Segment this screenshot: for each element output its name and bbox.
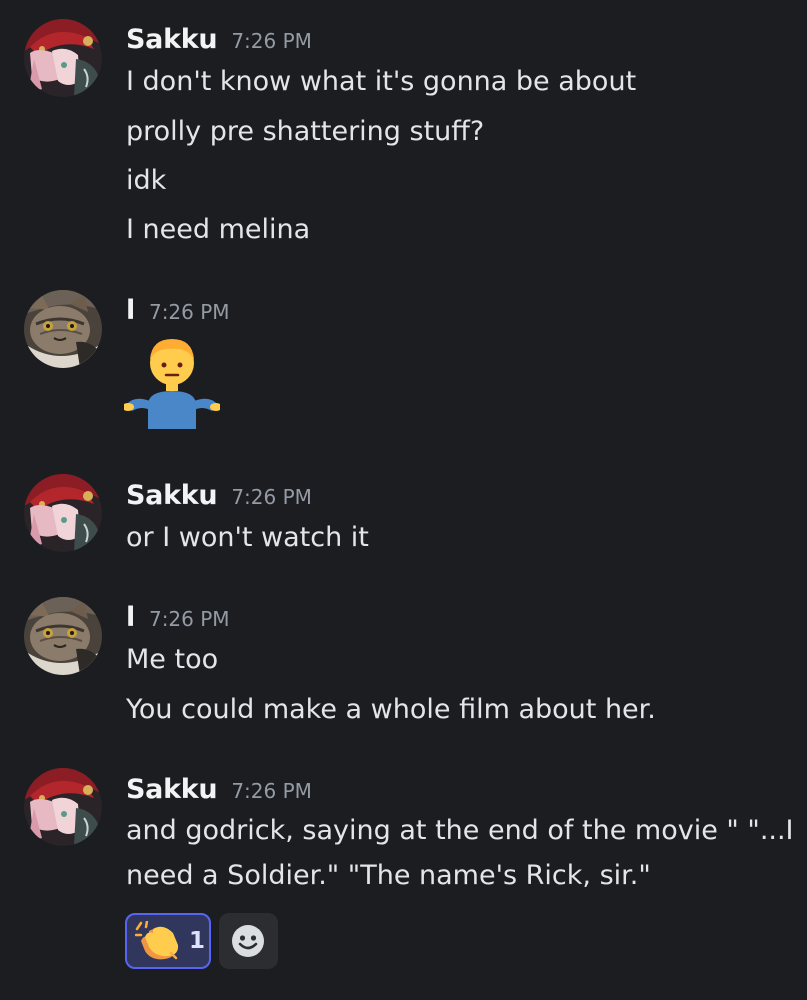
timestamp[interactable]: 7:26 PM xyxy=(231,485,312,509)
add-reaction-smiley-icon xyxy=(231,924,265,958)
message-header: Sakku 7:26 PM xyxy=(126,480,312,511)
avatar[interactable] xyxy=(24,290,102,368)
timestamp[interactable]: 7:26 PM xyxy=(149,300,230,324)
username[interactable]: Sakku xyxy=(126,774,218,805)
message-text: I don't know what it's gonna be about xyxy=(126,66,637,97)
username[interactable]: l xyxy=(126,295,135,326)
message-header: Sakku 7:26 PM xyxy=(126,774,312,805)
avatar[interactable] xyxy=(24,474,102,552)
message-text: and godrick, saying at the end of the mo… xyxy=(126,815,794,846)
avatar[interactable] xyxy=(24,768,102,846)
avatar[interactable] xyxy=(24,597,102,675)
username[interactable]: Sakku xyxy=(126,480,218,511)
username[interactable]: Sakku xyxy=(126,24,218,55)
message-header: Sakku 7:26 PM xyxy=(126,24,312,55)
message-header: l 7:26 PM xyxy=(126,295,230,326)
message-text: need a Soldier." "The name's Rick, sir." xyxy=(126,860,651,891)
add-reaction-button[interactable] xyxy=(219,913,278,969)
message-text: prolly pre shattering stuff? xyxy=(126,116,485,147)
person-shrugging-emoji xyxy=(122,333,222,429)
message-header: l 7:26 PM xyxy=(126,602,230,633)
reaction-clapping-hands[interactable]: 1 xyxy=(125,913,211,969)
avatar[interactable] xyxy=(24,19,102,97)
message-text: or I won't watch it xyxy=(126,522,369,553)
message-text: You could make a whole film about her. xyxy=(126,694,656,725)
clapping-hands-emoji xyxy=(134,919,179,961)
message-text: idk xyxy=(126,165,167,196)
reaction-count: 1 xyxy=(189,928,206,954)
timestamp[interactable]: 7:26 PM xyxy=(231,779,312,803)
timestamp[interactable]: 7:26 PM xyxy=(231,29,312,53)
message-text: I need melina xyxy=(126,214,311,245)
message-text: Me too xyxy=(126,644,219,675)
username[interactable]: l xyxy=(126,602,135,633)
timestamp[interactable]: 7:26 PM xyxy=(149,607,230,631)
